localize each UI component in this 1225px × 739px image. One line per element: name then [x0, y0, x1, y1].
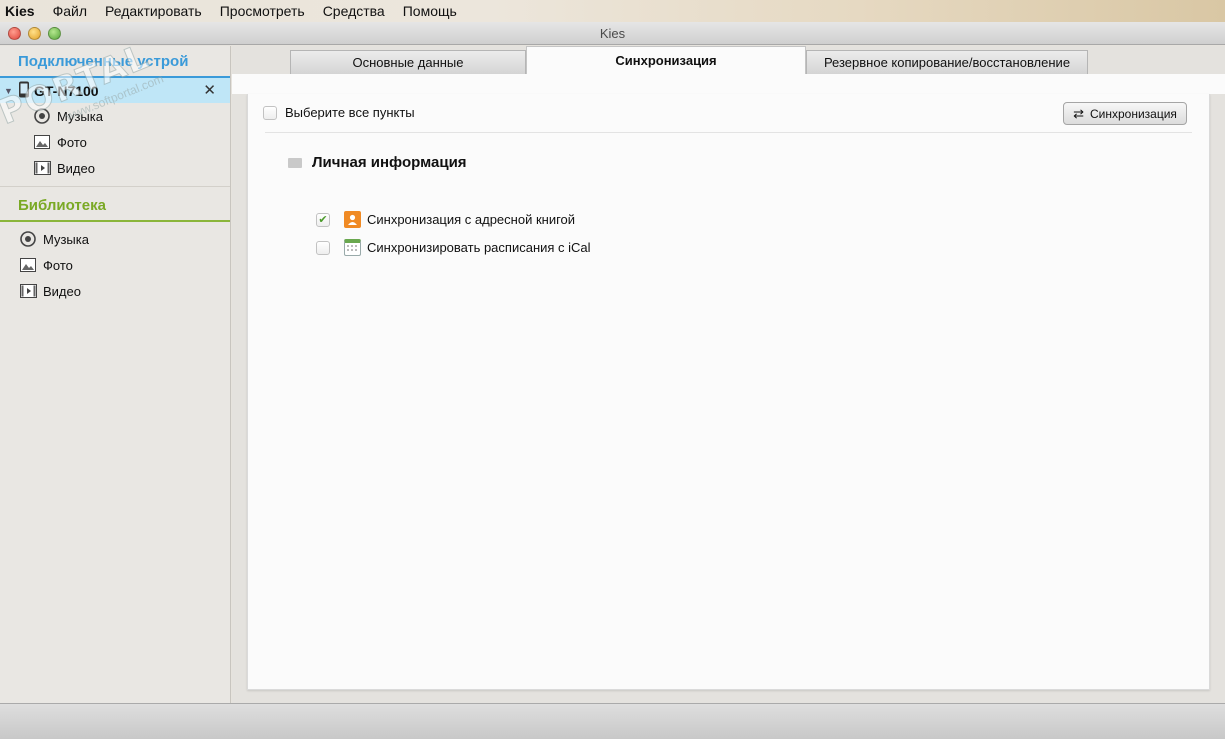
device-item-music[interactable]: Музыка: [0, 103, 230, 129]
menu-tools[interactable]: Средства: [314, 3, 394, 19]
sync-item-label: Синхронизация с адресной книгой: [367, 212, 576, 227]
select-all-checkbox[interactable]: [263, 105, 277, 120]
library-item-label: Фото: [43, 257, 73, 273]
menu-bar: Kies Файл Редактировать Просмотреть Сред…: [0, 0, 1225, 22]
personal-info-section: Личная информация: [288, 154, 467, 171]
device-name: GT-N7100: [34, 82, 99, 99]
sync-item-calendar[interactable]: Синхронизировать расписания с iCal: [316, 239, 591, 256]
tab-basic-info[interactable]: Основные данные: [290, 50, 526, 74]
sync-button[interactable]: ⇄ Синхронизация: [1063, 102, 1187, 125]
photo-icon: [19, 257, 37, 273]
section-title: Личная информация: [312, 154, 467, 171]
menu-help[interactable]: Помощь: [394, 3, 466, 19]
music-icon: [33, 108, 51, 124]
window-titlebar: Kies: [0, 22, 1225, 45]
menu-edit[interactable]: Редактировать: [96, 3, 211, 19]
zoom-window-button[interactable]: [48, 27, 61, 40]
device-item-label: Музыка: [57, 108, 103, 124]
device-item-video[interactable]: Видео: [0, 155, 230, 181]
tab-backup-restore[interactable]: Резервное копирование/восстановление: [806, 50, 1088, 74]
contacts-checkbox[interactable]: ✔: [316, 212, 330, 227]
minimize-window-button[interactable]: [28, 27, 41, 40]
menu-view[interactable]: Просмотреть: [211, 3, 314, 19]
disconnect-icon[interactable]: ✕: [203, 81, 216, 99]
calendar-checkbox[interactable]: [316, 240, 330, 255]
close-window-button[interactable]: [8, 27, 21, 40]
contacts-icon: [344, 211, 361, 228]
content-header-area: [232, 74, 1225, 94]
video-icon: [33, 160, 51, 176]
library-item-label: Видео: [43, 283, 81, 299]
library-header: Библиотека: [0, 190, 230, 222]
phone-icon: [18, 81, 30, 101]
main-panel: Основные данные Синхронизация Резервное …: [232, 46, 1225, 703]
tab-sync[interactable]: Синхронизация: [526, 46, 806, 75]
sync-content-panel: [247, 94, 1210, 690]
select-all-label: Выберите все пункты: [285, 105, 415, 120]
device-item-photo[interactable]: Фото: [0, 129, 230, 155]
device-row[interactable]: ▼ GT-N7100 ✕: [0, 78, 230, 103]
connected-devices-header: Подключенные устрой: [0, 46, 230, 78]
id-card-icon: [288, 157, 302, 168]
device-item-label: Видео: [57, 160, 95, 176]
library-item-photo[interactable]: Фото: [0, 252, 230, 278]
expand-triangle-icon[interactable]: ▼: [4, 86, 18, 96]
library-item-music[interactable]: Музыка: [0, 226, 230, 252]
app-window: Kies Подключенные устрой ▼ GT-N7100 ✕ Му…: [0, 22, 1225, 739]
status-bar: [0, 703, 1225, 739]
sync-item-label: Синхронизировать расписания с iCal: [367, 240, 591, 255]
video-icon: [19, 283, 37, 299]
menu-file[interactable]: Файл: [44, 3, 96, 19]
music-icon: [19, 231, 37, 247]
tab-bar: Основные данные Синхронизация Резервное …: [232, 46, 1225, 75]
device-item-label: Фото: [57, 134, 87, 150]
sync-button-label: Синхронизация: [1089, 106, 1177, 121]
library-item-label: Музыка: [43, 231, 89, 247]
select-all-row[interactable]: Выберите все пункты: [263, 105, 415, 120]
sync-icon: ⇄: [1073, 105, 1084, 121]
photo-icon: [33, 134, 51, 150]
sync-item-contacts[interactable]: ✔ Синхронизация с адресной книгой: [316, 211, 575, 228]
library-item-video[interactable]: Видео: [0, 278, 230, 304]
window-title: Kies: [599, 26, 626, 41]
menu-app-name[interactable]: Kies: [0, 3, 44, 19]
calendar-icon: [344, 239, 361, 256]
content-divider: [265, 132, 1192, 133]
sidebar: Подключенные устрой ▼ GT-N7100 ✕ Музыка …: [0, 46, 231, 703]
